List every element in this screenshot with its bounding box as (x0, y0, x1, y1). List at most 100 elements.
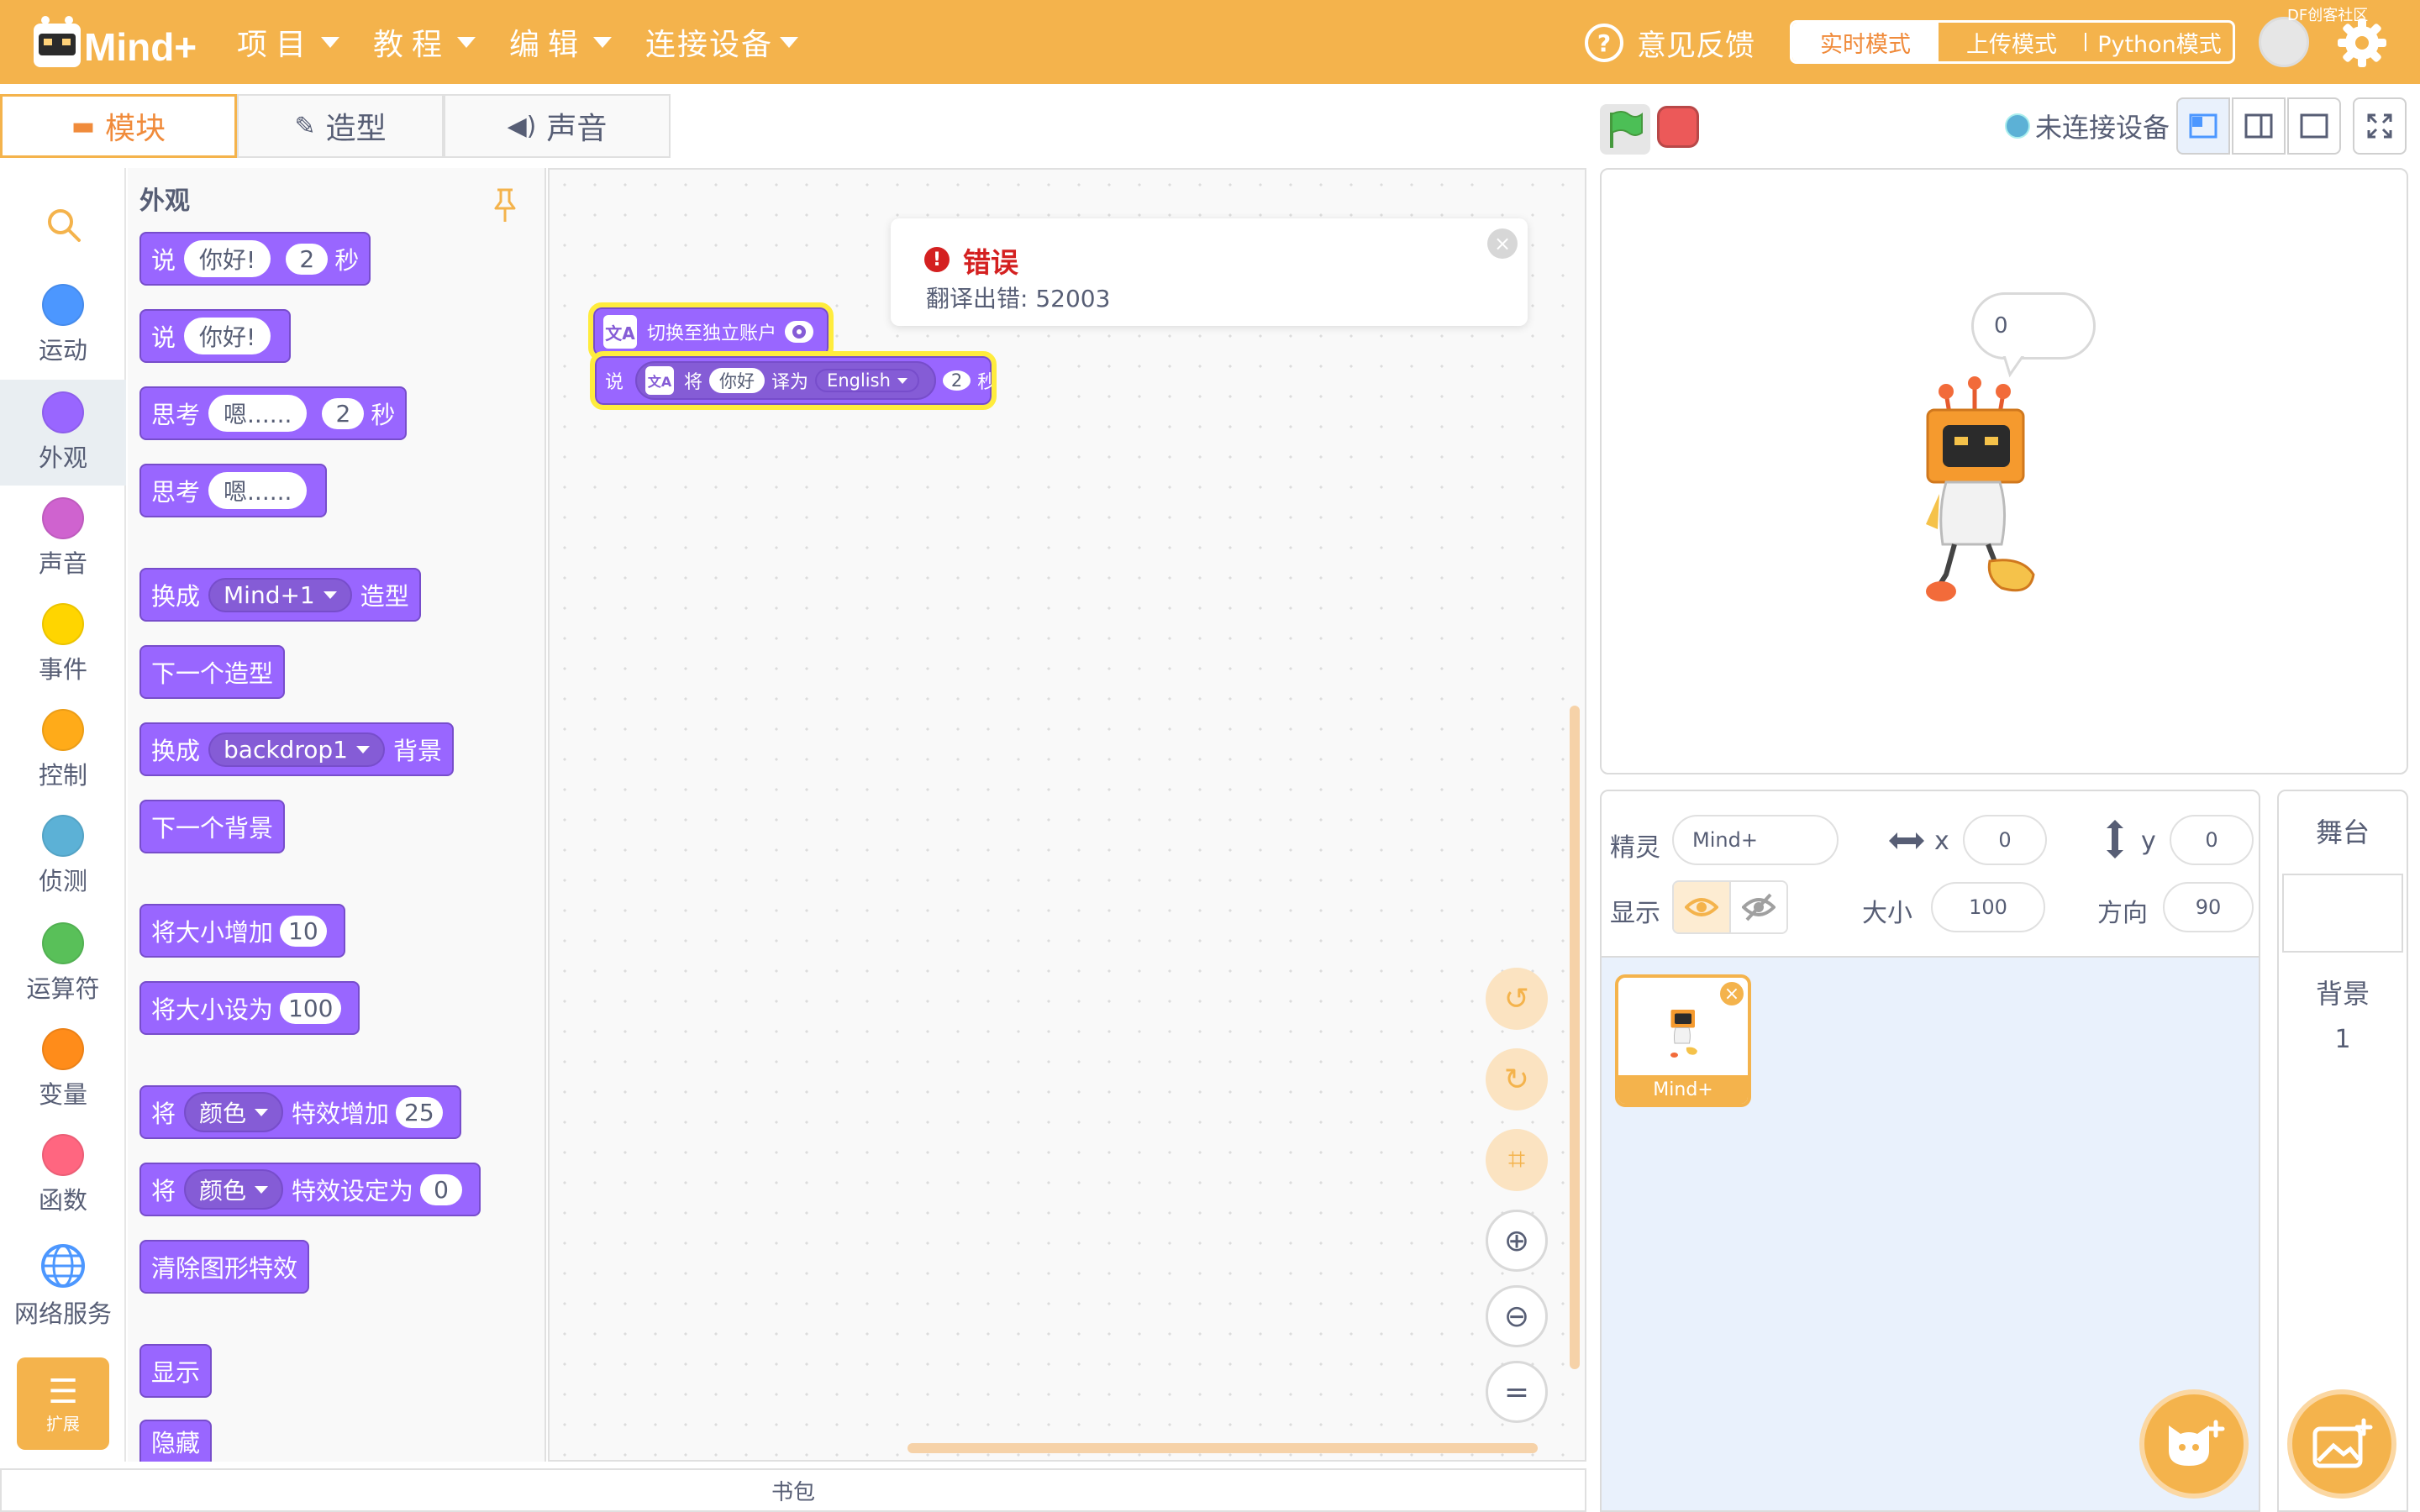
stage-thumbnail[interactable] (2282, 874, 2403, 953)
category-operators[interactable]: 运算符 (0, 911, 126, 1016)
layout-large-stage-button[interactable] (2287, 97, 2341, 155)
block-text: 秒 (371, 401, 396, 429)
zoom-in-icon: ⊕ (1503, 1223, 1530, 1258)
block-show[interactable]: 显示 (139, 1344, 213, 1398)
block-number-input[interactable]: 25 (396, 1096, 443, 1128)
undo-button[interactable]: ↺ (1486, 968, 1548, 1030)
menu-tutorial[interactable]: 教程 (373, 17, 476, 67)
block-clear-effects[interactable]: 清除图形特效 (139, 1240, 310, 1294)
sprite-name-input[interactable]: Mind+ (1672, 815, 1839, 865)
mode-upload[interactable]: 上传模式 (1939, 23, 2085, 61)
block-change-effect[interactable]: 将 颜色 特效增加 25 (139, 1085, 461, 1139)
fullscreen-icon (2367, 113, 2392, 139)
layout-medium-stage-button[interactable] (2232, 97, 2286, 155)
block-number-input[interactable]: 0 (420, 1173, 463, 1205)
block-say[interactable]: 说 你好! (139, 309, 292, 363)
extension-button[interactable]: ☰ 扩展 (17, 1357, 109, 1450)
close-icon[interactable]: × (1487, 228, 1518, 259)
category-motion[interactable]: 运动 (0, 272, 126, 378)
gear-icon[interactable] (2336, 17, 2388, 69)
settings-icon[interactable] (785, 321, 814, 343)
dropdown-arrow-icon (255, 1108, 269, 1116)
green-flag-button[interactable] (1600, 104, 1650, 155)
block-say-translate[interactable]: 说 文A 将 你好 译为 English 2 秒 (590, 351, 997, 410)
x-input[interactable]: 0 (1963, 815, 2047, 865)
block-switch-backdrop[interactable]: 换成 backdrop1 背景 (139, 722, 454, 776)
menu-edit[interactable]: 编辑 (509, 17, 613, 67)
translate-text-input[interactable]: 你好 (709, 368, 765, 393)
direction-input[interactable]: 90 (2163, 882, 2254, 932)
block-switch-costume[interactable]: 换成 Mind+1 造型 (139, 568, 421, 622)
block-say-for-secs[interactable]: 说 你好! 2 秒 (139, 232, 371, 286)
category-looks[interactable]: 外观 (0, 380, 126, 486)
category-control[interactable]: 控制 (0, 697, 126, 803)
size-input[interactable]: 100 (1931, 882, 2045, 932)
stop-button[interactable] (1657, 106, 1699, 148)
mode-realtime[interactable]: 实时模式 (1792, 23, 1939, 61)
mode-python[interactable]: Python模式 (2086, 23, 2233, 61)
zoom-in-button[interactable]: ⊕ (1486, 1210, 1548, 1272)
block-number-input[interactable]: 10 (280, 915, 327, 947)
tab-sounds[interactable]: ◀) 声音 (444, 94, 671, 158)
tab-costumes[interactable]: ✎ 造型 (237, 94, 444, 158)
category-events[interactable]: 事件 (0, 591, 126, 697)
layout-small-stage-button[interactable] (2176, 97, 2230, 155)
category-functions[interactable]: 函数 (0, 1122, 126, 1228)
block-change-size[interactable]: 将大小增加 10 (139, 904, 345, 958)
category-label: 变量 (38, 1080, 87, 1109)
hide-sprite-button[interactable] (1731, 882, 1786, 932)
delete-sprite-icon[interactable]: × (1718, 979, 1746, 1008)
script-stack: 文A 切换至独立账户 (588, 302, 834, 361)
tab-blocks[interactable]: ▬ 模块 (0, 94, 237, 158)
speaker-icon: ◀) (507, 111, 537, 141)
block-hide[interactable]: 隐藏 (139, 1420, 213, 1462)
block-text-input[interactable]: 你好! (184, 240, 271, 277)
y-input[interactable]: 0 (2170, 815, 2254, 865)
block-text: 思考 (151, 401, 201, 429)
effect-dropdown[interactable]: 颜色 (184, 1092, 284, 1132)
block-text-input[interactable]: 你好! (184, 318, 271, 354)
block-text-input[interactable]: 嗯...... (208, 472, 308, 509)
backpack-bar[interactable]: 书包 (0, 1468, 1586, 1512)
vertical-scrollbar[interactable] (1570, 706, 1580, 1369)
zoom-reset-button[interactable]: = (1486, 1361, 1548, 1423)
block-think-for-secs[interactable]: 思考 嗯...... 2 秒 (139, 386, 408, 440)
effect-dropdown[interactable]: 颜色 (184, 1169, 284, 1210)
block-number-input[interactable]: 2 (286, 243, 329, 275)
language-dropdown[interactable]: English (815, 369, 919, 392)
zoom-out-button[interactable]: ⊖ (1486, 1285, 1548, 1347)
feedback-button[interactable]: ? 意见反馈 (1585, 20, 1754, 66)
block-number-input[interactable]: 2 (322, 397, 365, 429)
connection-status[interactable]: 未连接设备 (2005, 108, 2170, 144)
block-number-input[interactable]: 2 (942, 370, 971, 391)
menu-connect-device[interactable]: 连接设备 (645, 17, 799, 67)
horizontal-scrollbar[interactable] (908, 1443, 1538, 1453)
category-sensing[interactable]: 侦测 (0, 803, 126, 909)
pin-icon[interactable] (492, 186, 518, 223)
backdrop-dropdown[interactable]: backdrop1 (208, 732, 385, 767)
category-sound[interactable]: 声音 (0, 486, 126, 591)
block-switch-account[interactable]: 文A 切换至独立账户 (588, 302, 834, 361)
redo-button[interactable]: ↻ (1486, 1048, 1548, 1110)
show-sprite-button[interactable] (1674, 882, 1731, 932)
block-text: 特效增加 (292, 1100, 390, 1128)
fullscreen-button[interactable] (2353, 97, 2407, 155)
block-number-input[interactable]: 100 (280, 992, 342, 1024)
mindplus-logo-icon[interactable]: Mind+ (30, 12, 202, 72)
block-think[interactable]: 思考 嗯...... (139, 464, 328, 517)
block-set-size[interactable]: 将大小设为 100 (139, 981, 360, 1035)
choose-backdrop-button[interactable] (2287, 1389, 2396, 1499)
costume-dropdown[interactable]: Mind+1 (208, 577, 352, 612)
translate-reporter[interactable]: 文A 将 你好 译为 English (635, 361, 936, 400)
category-network[interactable]: 网络服务 (0, 1233, 126, 1339)
block-next-costume[interactable]: 下一个造型 (139, 645, 286, 699)
search-icon[interactable] (44, 205, 84, 245)
category-variables[interactable]: 变量 (0, 1016, 126, 1122)
menu-project[interactable]: 项目 (237, 17, 340, 67)
block-text-input[interactable]: 嗯...... (208, 395, 308, 432)
block-next-backdrop[interactable]: 下一个背景 (139, 800, 286, 853)
block-set-effect[interactable]: 将 颜色 特效设定为 0 (139, 1163, 481, 1216)
crop-button[interactable]: ⌗ (1486, 1129, 1548, 1191)
choose-sprite-button[interactable] (2139, 1389, 2249, 1499)
robot-sprite[interactable] (1921, 376, 2039, 612)
